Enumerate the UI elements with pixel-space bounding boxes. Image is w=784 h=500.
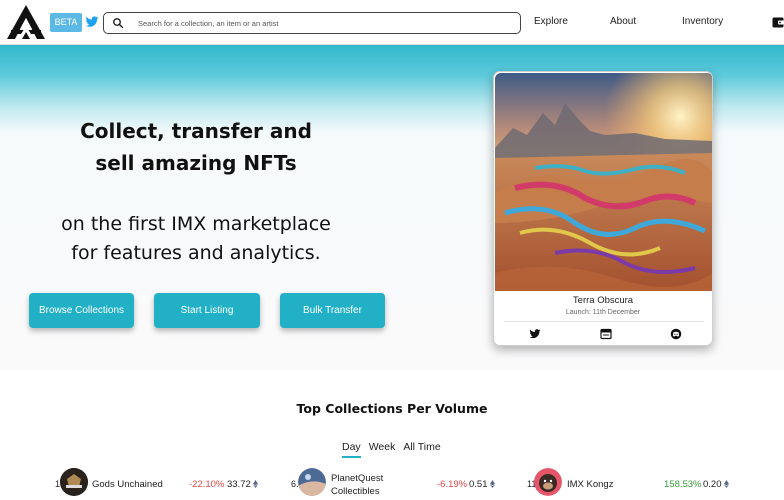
- twitter-icon[interactable]: [529, 328, 541, 340]
- collection-avatar[interactable]: [298, 468, 326, 496]
- hero-title-line-2: sell amazing NFTs: [95, 151, 297, 175]
- card-divider: [504, 321, 704, 322]
- hero-section: Collect, transfer and sell amazing NFTs …: [0, 45, 784, 370]
- nav-about-link[interactable]: About: [610, 16, 636, 27]
- featured-collection-title: Terra Obscura: [572, 295, 634, 306]
- volume-change: -22.10%: [189, 479, 225, 490]
- volume-change: 158.53%: [664, 479, 702, 490]
- hero-subtitle-line-2: for features and analytics.: [71, 242, 321, 264]
- collection-row-gods-unchained[interactable]: 1. Gods Unchained -22.10% 33.72: [0, 466, 262, 498]
- start-listing-button[interactable]: Start Listing: [154, 293, 260, 328]
- featured-collection-card[interactable]: Terra Obscura Launch: 11th December: [493, 71, 713, 346]
- collection-name-line-2: Collectibles: [331, 486, 380, 497]
- nav-inventory-link[interactable]: Inventory: [682, 16, 723, 27]
- hero-subtitle-line-1: on the first IMX marketplace: [61, 213, 331, 235]
- hero-title-line-1: Collect, transfer and: [80, 119, 312, 143]
- volume-change: -6.19%: [437, 479, 468, 490]
- tab-all-time[interactable]: All Time: [403, 441, 440, 458]
- hero-subtitle: on the first IMX marketplace for feature…: [36, 210, 356, 268]
- twitter-icon[interactable]: [85, 15, 99, 29]
- eth-icon: [252, 480, 258, 488]
- collection-name[interactable]: PlanetQuest Collectibles: [331, 472, 383, 498]
- beta-badge: BETA: [50, 13, 82, 32]
- hero-title: Collect, transfer and sell amazing NFTs: [56, 115, 336, 179]
- eth-icon: [723, 480, 729, 488]
- collection-name-line-1: PlanetQuest: [331, 473, 384, 484]
- search-icon: [113, 18, 124, 29]
- featured-collection-image[interactable]: [495, 73, 712, 291]
- collection-name[interactable]: Gods Unchained: [92, 478, 163, 491]
- featured-collection-launch-date: Launch: 11th December: [565, 309, 641, 316]
- collection-name[interactable]: IMX Kongz: [567, 478, 613, 491]
- eth-icon: [489, 480, 495, 488]
- wallet-icon[interactable]: [772, 17, 784, 28]
- top-navbar: BETA Explore About Inventory: [0, 0, 784, 45]
- tab-day[interactable]: Day: [342, 441, 361, 458]
- tab-week[interactable]: Week: [369, 441, 396, 458]
- discord-icon[interactable]: [670, 328, 682, 340]
- nav-explore-link[interactable]: Explore: [534, 16, 568, 27]
- volume-amount: 33.72: [227, 479, 251, 490]
- volume-value: 0.51: [469, 479, 495, 490]
- volume-amount: 0.20: [703, 479, 722, 490]
- website-icon[interactable]: [600, 328, 612, 340]
- browse-collections-button[interactable]: Browse Collections: [29, 293, 134, 328]
- logo-icon[interactable]: [6, 4, 46, 40]
- bulk-transfer-button[interactable]: Bulk Transfer: [280, 293, 385, 328]
- period-tabs: Day Week All Time: [342, 441, 441, 458]
- search-bar[interactable]: [103, 12, 521, 34]
- volume-amount: 0.51: [469, 479, 488, 490]
- volume-value: 0.20: [703, 479, 729, 490]
- collection-avatar[interactable]: [534, 468, 562, 496]
- top-collections-title: Top Collections Per Volume: [296, 401, 488, 416]
- search-input[interactable]: [138, 18, 498, 28]
- volume-value: 33.72: [227, 479, 258, 490]
- collection-row-planetquest[interactable]: 6. PlanetQuest Collectibles -6.19% 0.51: [262, 466, 524, 498]
- collection-avatar[interactable]: [60, 468, 88, 496]
- collection-row-imx-kongz[interactable]: 11. IMX Kongz 158.53% 0.20: [524, 466, 784, 498]
